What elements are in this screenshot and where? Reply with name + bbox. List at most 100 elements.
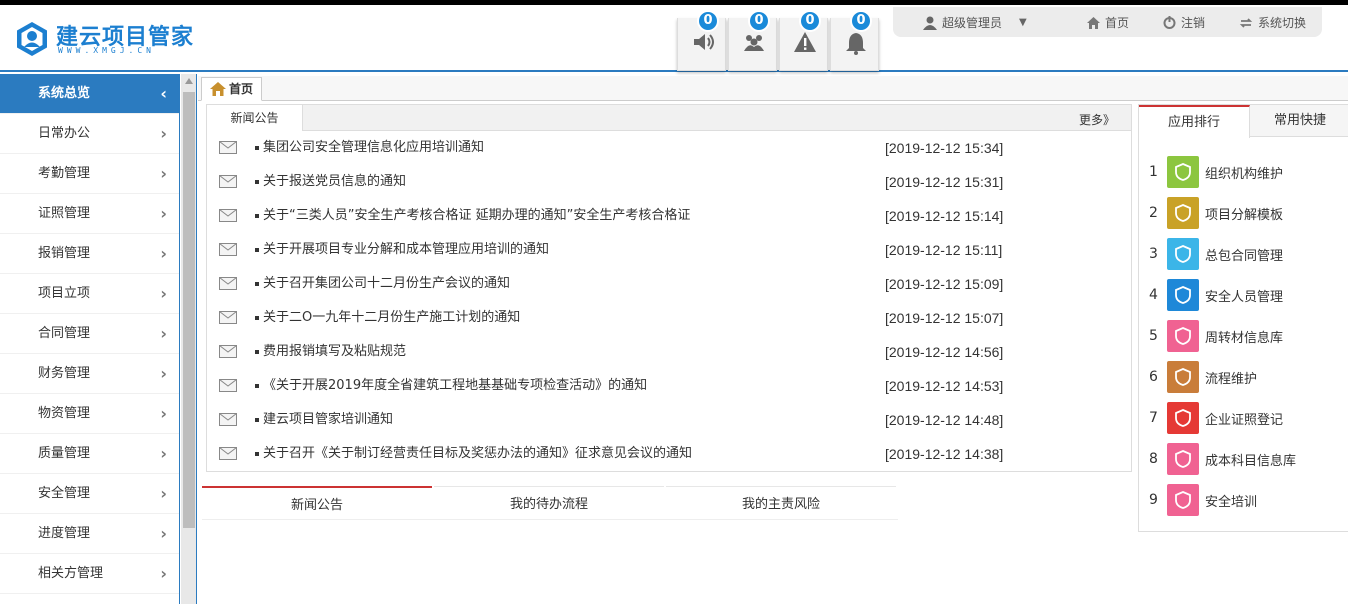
ranking-item[interactable]: 5 周转材信息库: [1149, 320, 1283, 352]
ranking-item[interactable]: 2 项目分解模板: [1149, 197, 1283, 229]
rank-label: 安全人员管理: [1205, 289, 1284, 305]
news-item[interactable]: 建云项目管家培训通知 [2019-12-12 14:48]: [207, 403, 1131, 437]
app-icon: [1167, 320, 1199, 352]
news-item[interactable]: 集团公司安全管理信息化应用培训通知 [2019-12-12 15:34]: [207, 131, 1131, 165]
sidebar-item[interactable]: 合同管理 ›: [0, 314, 179, 354]
news-title[interactable]: 关于召开集团公司十二月份生产会议的通知: [255, 267, 510, 301]
bottom-tab-news[interactable]: 新闻公告: [202, 486, 432, 520]
rank-number: 2: [1149, 205, 1158, 221]
logout-link[interactable]: 注销: [1163, 14, 1205, 31]
chevron-right-icon: ›: [160, 524, 167, 543]
news-title[interactable]: 《关于开展2019年度全省建筑工程地基基础专项检查活动》的通知: [255, 369, 647, 403]
rank-label: 流程维护: [1205, 371, 1258, 387]
news-item[interactable]: 关于报送党员信息的通知 [2019-12-12 15:31]: [207, 165, 1131, 199]
ranking-item[interactable]: 8 成本科目信息库: [1149, 443, 1296, 475]
sidebar-item[interactable]: 证照管理 ›: [0, 194, 179, 234]
news-item[interactable]: 关于开展项目专业分解和成本管理应用培训的通知 [2019-12-12 15:11]: [207, 233, 1131, 267]
user-icon: [923, 16, 937, 30]
tab-shortcuts[interactable]: 常用快捷: [1251, 105, 1348, 137]
sidebar-item[interactable]: 安全管理 ›: [0, 474, 179, 514]
news-date: [2019-12-12 14:53]: [885, 378, 1004, 394]
news-date: [2019-12-12 15:11]: [885, 242, 1003, 258]
sidebar-scrollbar[interactable]: [181, 74, 197, 604]
header: 建云项目管家 WWW.XMGJ.CN 0 0 0 0 超级管理员 ▼ 首页 注销…: [0, 5, 1348, 72]
rank-label: 项目分解模板: [1205, 207, 1284, 223]
rank-number: 7: [1149, 410, 1158, 426]
notification-bell[interactable]: 0: [830, 10, 879, 71]
chevron-right-icon: ›: [160, 324, 167, 343]
ranking-item[interactable]: 9 安全培训: [1149, 484, 1257, 516]
notification-badge: 0: [748, 10, 770, 32]
bottom-tab-risk[interactable]: 我的主责风险: [666, 486, 896, 520]
scrollbar-thumb[interactable]: [183, 92, 195, 528]
notification-people[interactable]: 0: [728, 10, 777, 71]
sidebar-item[interactable]: 物资管理 ›: [0, 394, 179, 434]
sidebar-item[interactable]: 项目立项 ›: [0, 274, 179, 314]
sidebar-item-label: 证照管理: [38, 206, 91, 221]
logo-icon: [17, 22, 47, 56]
ranking-item[interactable]: 7 企业证照登记: [1149, 402, 1283, 434]
sidebar-item-label: 合同管理: [38, 326, 91, 341]
chevron-right-icon: ›: [160, 564, 167, 583]
envelope-icon: [219, 209, 237, 222]
rank-label: 安全培训: [1205, 494, 1258, 510]
user-menu[interactable]: 超级管理员 ▼: [923, 14, 1027, 31]
news-title[interactable]: 集团公司安全管理信息化应用培训通知: [255, 131, 484, 165]
news-title[interactable]: 关于二O一九年十二月份生产施工计划的通知: [255, 301, 520, 335]
tab-bar: 首页: [198, 76, 1348, 101]
rank-number: 9: [1149, 492, 1158, 508]
bell-icon: [846, 33, 866, 55]
scroll-up-icon[interactable]: [185, 78, 193, 84]
ranking-item[interactable]: 4 安全人员管理: [1149, 279, 1283, 311]
sidebar-item[interactable]: 报销管理 ›: [0, 234, 179, 274]
tab-app-ranking[interactable]: 应用排行: [1139, 105, 1250, 138]
news-item[interactable]: 费用报销填写及粘贴规范 [2019-12-12 14:56]: [207, 335, 1131, 369]
ranking-item[interactable]: 1 组织机构维护: [1149, 156, 1283, 188]
news-title[interactable]: 关于报送党员信息的通知: [255, 165, 406, 199]
app-icon: [1167, 402, 1199, 434]
news-title[interactable]: 建云项目管家培训通知: [255, 403, 393, 437]
app-icon: [1167, 484, 1199, 516]
notification-badge: 0: [799, 10, 821, 32]
sidebar-item[interactable]: 财务管理 ›: [0, 354, 179, 394]
news-item[interactable]: 《关于开展2019年度全省建筑工程地基基础专项检查活动》的通知 [2019-12-…: [207, 369, 1131, 403]
home-link[interactable]: 首页: [1087, 14, 1129, 31]
user-name: 超级管理员: [942, 16, 1003, 30]
more-link[interactable]: 更多》: [1079, 111, 1115, 128]
bottom-tab-todo[interactable]: 我的待办流程: [434, 486, 664, 520]
system-switch-link[interactable]: 系统切换: [1239, 14, 1306, 31]
news-header: 新闻公告 更多》: [207, 105, 1131, 131]
news-date: [2019-12-12 14:48]: [885, 412, 1004, 428]
app-icon: [1167, 197, 1199, 229]
envelope-icon: [219, 447, 237, 460]
tab-home[interactable]: 首页: [201, 77, 263, 101]
rank-number: 6: [1149, 369, 1158, 385]
sidebar-item-label: 系统总览: [38, 86, 91, 101]
news-item[interactable]: 关于召开《关于制订经营责任目标及奖惩办法的通知》征求意见会议的通知 [2019-1…: [207, 437, 1131, 471]
news-item[interactable]: 关于“三类人员”安全生产考核合格证 延期办理的通知”安全生产考核合格证 [2019…: [207, 199, 1131, 233]
notification-speaker[interactable]: 0: [677, 10, 726, 71]
sidebar-item[interactable]: 考勤管理 ›: [0, 154, 179, 194]
news-item[interactable]: 关于二O一九年十二月份生产施工计划的通知 [2019-12-12 15:07]: [207, 301, 1131, 335]
sidebar-item[interactable]: 系统总览 ‹: [0, 74, 179, 114]
sidebar-item[interactable]: 相关方管理 ›: [0, 554, 179, 594]
rank-label: 企业证照登记: [1205, 412, 1284, 428]
chevron-right-icon: ›: [160, 204, 167, 223]
app-icon: [1167, 443, 1199, 475]
sidebar-item[interactable]: 进度管理 ›: [0, 514, 179, 554]
ranking-item[interactable]: 3 总包合同管理: [1149, 238, 1283, 270]
news-title[interactable]: 关于开展项目专业分解和成本管理应用培训的通知: [255, 233, 549, 267]
sidebar-item[interactable]: 日常办公 ›: [0, 114, 179, 154]
news-date: [2019-12-12 15:31]: [885, 174, 1004, 190]
ranking-item[interactable]: 6 流程维护: [1149, 361, 1257, 393]
news-tab[interactable]: 新闻公告: [207, 105, 303, 131]
sidebar-item-label: 财务管理: [38, 366, 91, 381]
news-item[interactable]: 关于召开集团公司十二月份生产会议的通知 [2019-12-12 15:09]: [207, 267, 1131, 301]
sidebar-item-label: 质量管理: [38, 446, 91, 461]
news-title[interactable]: 关于召开《关于制订经营责任目标及奖惩办法的通知》征求意见会议的通知: [255, 437, 692, 471]
app-ranking-panel: 应用排行 常用快捷 1 组织机构维护 2 项目分解模板 3 总包合同管理 4 安全人员管理 5 周…: [1138, 104, 1348, 532]
news-title[interactable]: 费用报销填写及粘贴规范: [255, 335, 406, 369]
news-title[interactable]: 关于“三类人员”安全生产考核合格证 延期办理的通知”安全生产考核合格证: [255, 199, 690, 233]
notification-warning[interactable]: 0: [779, 10, 828, 71]
sidebar-item[interactable]: 质量管理 ›: [0, 434, 179, 474]
